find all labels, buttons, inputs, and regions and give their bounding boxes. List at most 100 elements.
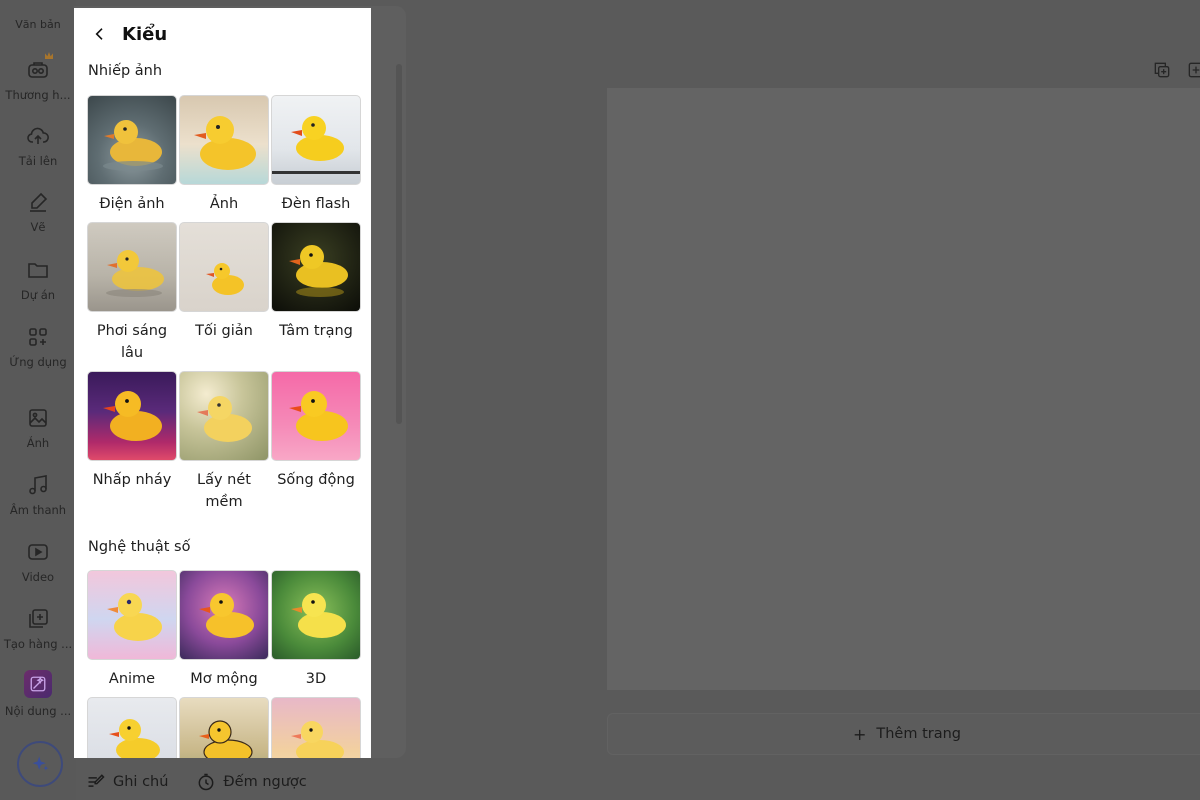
add-page-button[interactable]: + Thêm trang: [607, 713, 1200, 755]
style-thumbnail: [179, 570, 269, 660]
folder-icon: [28, 263, 48, 278]
style-thumbnail: [179, 371, 269, 461]
duck-image: [106, 250, 164, 297]
sidebar-item-magic-media[interactable]: Nội dung ...: [0, 670, 76, 718]
apps-icon: [29, 328, 47, 346]
sidebar-item-video[interactable]: Video: [0, 540, 76, 584]
duck-image: [206, 263, 244, 295]
sidebar-item-photos[interactable]: Ảnh: [0, 406, 76, 450]
video-icon: [28, 544, 48, 560]
timer-button[interactable]: Đếm ngược: [196, 772, 307, 792]
style-thumbnail: [87, 570, 177, 660]
style-label: Tối giản: [195, 323, 253, 339]
duck-image: [107, 593, 162, 641]
style-thumbnail: [271, 95, 361, 185]
style-label: Phơi sáng lâu: [96, 323, 168, 361]
duck-image: [289, 245, 348, 297]
style-label: Sống động: [277, 472, 355, 488]
panel-header: Kiểu: [74, 22, 167, 46]
style-thumbnail: [87, 222, 177, 312]
rail-text-label[interactable]: Văn bản: [0, 18, 76, 31]
duck-image: [197, 396, 252, 442]
style-tile-long-exposure[interactable]: Phơi sáng lâu: [87, 222, 177, 364]
duck-image: [199, 720, 253, 758]
bulk-create-icon: [29, 609, 48, 628]
style-thumbnail: [271, 371, 361, 461]
style-tile-minimal[interactable]: Tối giản: [179, 222, 269, 342]
style-tile-anime[interactable]: Anime: [87, 570, 177, 690]
brand-kit-icon: [28, 62, 48, 78]
left-sidebar: Văn bản Thương h... Tải lên Vẽ Dự án Ứng…: [0, 0, 76, 800]
style-tile-partial-3[interactable]: [271, 697, 361, 758]
section-title-photography: Nhiếp ảnh: [88, 63, 163, 79]
footer-toolbar: Ghi chú Đếm ngược: [86, 772, 307, 792]
style-tile-flicker[interactable]: Nhấp nháy: [87, 371, 177, 491]
sidebar-item-brand[interactable]: Thương h...: [0, 52, 76, 102]
style-tile-soft-focus[interactable]: Lấy nét mềm: [179, 371, 269, 513]
sidebar-item-bulk-create[interactable]: Tạo hàng ...: [0, 607, 76, 651]
style-label: Ảnh: [209, 196, 239, 212]
sidebar-item-label: Thương h...: [5, 88, 71, 102]
sidebar-item-label: Dự án: [20, 288, 56, 302]
sidebar-item-draw[interactable]: Vẽ: [0, 190, 76, 234]
image-icon: [29, 409, 47, 427]
style-tile-dreamy[interactable]: Mơ mộng: [179, 570, 269, 690]
style-label: Điện ảnh: [99, 196, 165, 212]
sidebar-item-label: Tạo hàng ...: [3, 637, 73, 651]
style-tile-3d[interactable]: 3D: [271, 570, 361, 690]
style-label: Mơ mộng: [190, 671, 258, 687]
duck-image: [289, 391, 348, 441]
magic-media-icon: [24, 670, 52, 698]
add-page-icon[interactable]: [1186, 60, 1200, 80]
duck-image: [291, 721, 344, 758]
panel-scrollbar[interactable]: [396, 64, 402, 424]
style-thumbnail: [179, 95, 269, 185]
sidebar-item-upload[interactable]: Tải lên: [0, 124, 76, 168]
sidebar-item-label: Tải lên: [18, 154, 58, 168]
back-arrow-icon[interactable]: [92, 26, 108, 42]
design-canvas[interactable]: [607, 88, 1200, 690]
style-label: Tâm trạng: [279, 323, 353, 339]
flash-shelf: [272, 171, 360, 174]
sidebar-item-label: Ứng dụng: [9, 355, 67, 369]
style-tile-partial-1[interactable]: [87, 697, 177, 758]
style-thumbnail: [271, 697, 361, 758]
notes-button[interactable]: Ghi chú: [86, 772, 168, 792]
cloud-upload-icon: [27, 127, 49, 144]
sidebar-item-projects[interactable]: Dự án: [0, 258, 76, 302]
style-tile-moody[interactable]: Tâm trạng: [271, 222, 361, 342]
style-label: Lấy nét mềm: [197, 472, 251, 510]
sidebar-item-label: Ảnh: [26, 436, 50, 450]
notes-label: Ghi chú: [113, 774, 169, 790]
sparkle-icon: [32, 756, 49, 771]
add-page-label: Thêm trang: [876, 726, 962, 742]
style-panel: Kiểu Nhiếp ảnh Điện ảnh Ảnh Đèn flash Ph…: [74, 8, 371, 758]
duck-image: [199, 593, 254, 638]
style-label: Anime: [108, 671, 156, 687]
duplicate-page-icon[interactable]: [1152, 60, 1172, 80]
style-tile-partial-2[interactable]: [179, 697, 269, 758]
plus-icon: +: [852, 724, 867, 744]
sidebar-item-apps[interactable]: Ứng dụng: [0, 325, 76, 369]
style-thumbnail: [179, 697, 269, 758]
style-tile-flash[interactable]: Đèn flash: [271, 95, 361, 215]
style-thumbnail: [271, 570, 361, 660]
duck-image: [291, 116, 344, 161]
sidebar-item-label: Vẽ: [30, 220, 46, 234]
pen-icon: [30, 192, 48, 212]
style-tile-photo[interactable]: Ảnh: [179, 95, 269, 215]
page-toolbar: [1152, 60, 1200, 80]
style-label: Đèn flash: [281, 196, 351, 212]
duck-image: [291, 593, 346, 638]
timer-icon: [199, 773, 214, 791]
style-tile-vivid[interactable]: Sống động: [271, 371, 361, 491]
style-tile-cinematic[interactable]: Điện ảnh: [87, 95, 177, 215]
sidebar-item-audio[interactable]: Âm thanh: [0, 473, 76, 517]
style-thumbnail: [87, 371, 177, 461]
duck-image: [109, 719, 160, 758]
music-icon: [29, 475, 47, 495]
magic-assistant-button[interactable]: [17, 741, 63, 787]
crown-icon: [45, 52, 53, 59]
sidebar-item-label: Âm thanh: [9, 503, 67, 517]
timer-label: Đếm ngược: [223, 774, 307, 790]
